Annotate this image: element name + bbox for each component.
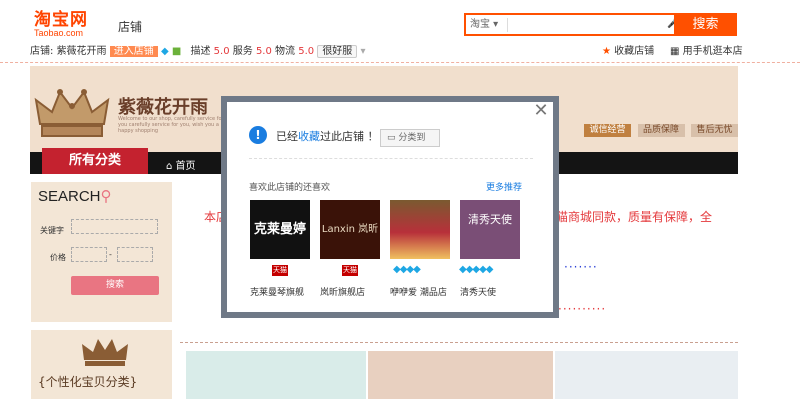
good-service-button[interactable]: 很好服 — [317, 45, 358, 58]
divider — [0, 62, 800, 63]
dots-blue: ······· — [564, 260, 598, 274]
qr-icon: ▦ — [670, 46, 680, 57]
price-max-input[interactable] — [117, 247, 153, 262]
dots-red: ·········· — [558, 302, 607, 316]
shop-thumb-text: 克莱曼婷 — [253, 222, 306, 237]
promo-text-end: 猫商城同款，质量有保障，全 — [556, 210, 713, 224]
categorize-button[interactable]: ▭ 分类到 — [380, 129, 440, 147]
shop-thumb[interactable]: 克莱曼婷 — [250, 200, 310, 259]
diamond-rating-icon: ◆◆◆◆ — [393, 264, 421, 275]
dialog-divider — [249, 158, 533, 159]
diamond-rating-icon: ◆◆◆◆◆ — [459, 264, 493, 275]
header-store-label: 店铺 — [118, 20, 143, 34]
badge-item: 售后无忧 — [691, 124, 738, 137]
home-icon: ⌂ — [166, 161, 173, 172]
nav-home-label: 首页 — [175, 161, 196, 172]
crown-icon — [82, 339, 128, 366]
folder-icon: ▭ — [387, 133, 396, 143]
wangwang-icon[interactable]: ■ — [172, 46, 181, 57]
taobao-logo[interactable]: 淘宝网 Taobao.com — [34, 11, 100, 39]
search-icon: ⚲ — [100, 188, 112, 205]
tmall-badge: 天猫 — [272, 265, 288, 276]
shop-thumb-text: Lanxin 岚昕 — [321, 224, 379, 235]
favorite-message: 已经收藏过此店铺 ！ — [276, 128, 379, 144]
shop-name[interactable]: 岚昕旗舰店 — [320, 285, 365, 298]
banner-welcome: Welcome to our shop, carefully service f… — [118, 116, 224, 134]
shop-thumb[interactable] — [390, 200, 450, 259]
shop-name[interactable]: 咿咿爱 潮品店 — [390, 285, 447, 298]
shop-name[interactable]: 克莱曼琴旗舰 — [250, 285, 304, 298]
favorite-store[interactable]: ★ 收藏店铺 — [602, 44, 654, 60]
tmall-badge: 天猫 — [342, 265, 358, 276]
search-scope-select[interactable]: 淘宝 ▾ — [470, 18, 508, 32]
favorite-label: 收藏店铺 — [614, 46, 655, 57]
logistics-label: 物流 — [275, 46, 296, 57]
also-like-title: 喜欢此店铺的还喜欢 — [249, 183, 331, 193]
logo-en: Taobao.com — [34, 28, 84, 38]
shop-thumb-text: 清秀天使 — [468, 213, 512, 226]
categorize-label: 分类到 — [398, 133, 426, 143]
nav-all-categories[interactable]: 所有分类 — [42, 148, 148, 174]
left-search-title-text: SEARCH — [38, 188, 101, 205]
product-image[interactable] — [368, 351, 553, 399]
logo-cn: 淘宝网 — [34, 10, 88, 30]
search-button[interactable]: 搜索 — [674, 13, 737, 36]
shop-thumb[interactable]: 清秀天使 — [460, 200, 520, 259]
search-box[interactable]: 淘宝 ▾ 🎤 搜索 — [464, 13, 737, 36]
mobile-label: 用手机逛本店 — [682, 46, 743, 57]
search-scope-label: 淘宝 — [470, 19, 490, 30]
close-icon[interactable]: ✕ — [533, 102, 549, 120]
price-dash: - — [109, 250, 112, 259]
star-icon: ★ — [602, 46, 611, 57]
shop-name[interactable]: 清秀天使 — [460, 285, 496, 298]
more-recommend-link[interactable]: 更多推荐 — [486, 180, 522, 193]
msg-suffix: 过此店铺 ！ — [320, 130, 379, 143]
nav-home[interactable]: ⌂ 首页 — [166, 157, 196, 172]
info-icon: ! — [249, 126, 267, 144]
msg-prefix: 已经 — [276, 130, 298, 143]
logistics-value: 5.0 — [298, 46, 315, 57]
badge-item: 品质保障 — [637, 124, 685, 137]
product-image[interactable] — [555, 351, 738, 399]
left-search-button[interactable]: 搜索 — [71, 276, 159, 295]
left-search-title: SEARCH⚲ — [38, 187, 112, 205]
shop-name-link[interactable]: 紫薇花开雨 — [57, 46, 107, 57]
service-label: 服务 — [232, 46, 253, 57]
personal-category-text: 个性化宝贝分类 — [45, 375, 130, 389]
keyword-label: 关键字 — [40, 226, 64, 235]
price-min-input[interactable] — [71, 247, 107, 262]
mobile-store[interactable]: ▦ 用手机逛本店 — [670, 44, 743, 60]
keyword-input[interactable] — [71, 219, 158, 234]
price-label: 价格 — [50, 253, 66, 262]
enter-store-button[interactable]: 进入店铺 — [109, 46, 158, 57]
favorite-link[interactable]: 收藏 — [298, 130, 320, 143]
product-image[interactable] — [186, 351, 366, 399]
shop-thumb[interactable]: Lanxin 岚昕 — [320, 200, 380, 259]
product-photos — [180, 342, 738, 399]
chevron-down-icon[interactable]: ▾ — [361, 46, 366, 57]
diamond-icon: ◆ — [160, 46, 169, 57]
desc-value: 5.0 — [213, 46, 230, 57]
desc-label: 描述 — [190, 46, 211, 57]
badge-item: 诚信经营 — [584, 124, 631, 137]
personal-category-title: {个性化宝贝分类} — [38, 375, 138, 389]
banner-badges: 诚信经营 品质保障 售后无忧 — [584, 122, 741, 137]
service-value: 5.0 — [255, 46, 272, 57]
shop-prefix: 店铺: — [30, 46, 54, 57]
crown-icon — [34, 89, 110, 137]
